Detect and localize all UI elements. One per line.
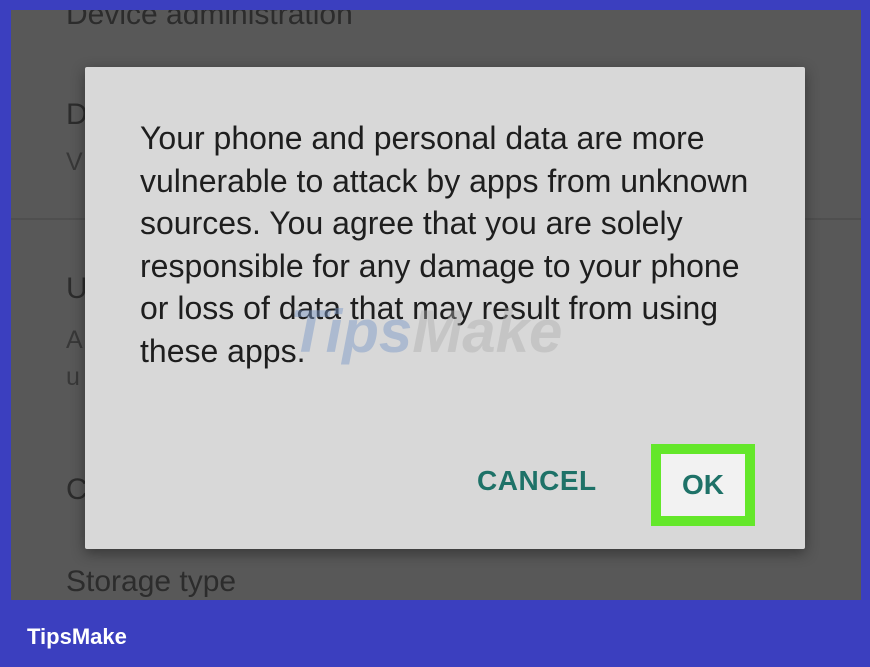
dialog-message: Your phone and personal data are more vu… — [140, 120, 749, 369]
setting-item-d-sub: V — [66, 148, 83, 176]
setting-device-administration[interactable]: Device administration — [66, 10, 353, 32]
cancel-button[interactable]: CANCEL — [477, 465, 597, 497]
setting-item-u-sub1: A — [66, 326, 83, 354]
settings-screen: Device administration D V U A u C Storag… — [11, 10, 861, 600]
ok-button-highlight[interactable]: OK — [651, 444, 755, 526]
unknown-sources-dialog: Your phone and personal data are more vu… — [85, 67, 805, 549]
ok-button[interactable]: OK — [661, 454, 745, 516]
setting-item-u-sub2: u — [66, 363, 80, 391]
setting-storage-type[interactable]: Storage type — [66, 565, 236, 599]
footer-brand-logo: TipsMake — [27, 624, 127, 649]
